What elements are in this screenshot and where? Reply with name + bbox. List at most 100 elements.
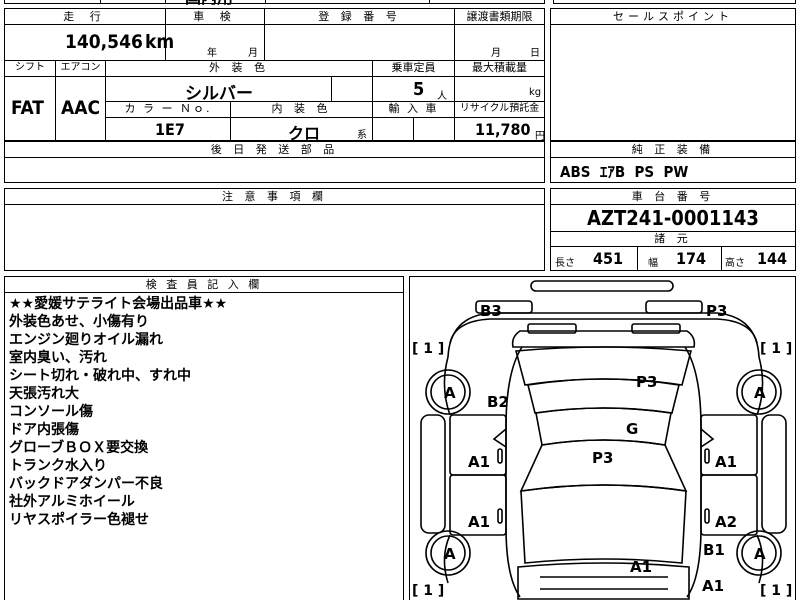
registration-label: 登 録 番 号	[318, 10, 401, 23]
mark-g: G	[626, 420, 639, 438]
top-divider-4	[429, 0, 430, 4]
caution-sep	[5, 204, 544, 205]
capacity-value: 5	[413, 79, 425, 100]
recycle-label: リサイクル預託金	[459, 103, 540, 114]
sales-point-label: セールスポイント	[613, 10, 733, 23]
delivery-parts-box: 後 日 発 送 部 品	[4, 141, 545, 183]
row-sep-6	[105, 117, 544, 118]
mark-b2: B2	[487, 393, 509, 411]
width-value: 174	[676, 249, 707, 268]
mark-p3-roof: P3	[636, 373, 658, 391]
note-line: 外装色あせ、小傷有り	[9, 314, 149, 330]
mark-b3: B3	[480, 302, 502, 320]
interior-label: 内 装 色	[271, 102, 332, 115]
mark-p3-top-right: P3	[706, 302, 728, 320]
height-label: 高さ	[725, 258, 745, 269]
note-line: エンジン廻りオイル漏れ	[9, 332, 163, 348]
tire-front-right-grade: A	[754, 545, 766, 563]
inspection-label: 車 検	[193, 10, 237, 23]
row-sep-3	[105, 76, 544, 77]
bracket-top-left: [ 1 ]	[412, 341, 445, 357]
exterior-value: シルバー	[185, 84, 253, 104]
mark-a1-bumper: A1	[630, 558, 653, 576]
mark-a1-right-front-door: A1	[715, 453, 738, 471]
inspector-box: 検 査 員 記 入 欄 ★★愛媛サテライト会場出品車★★ 外装色あせ、小傷有り …	[4, 276, 404, 600]
capacity-label: 乗車定員	[391, 61, 436, 74]
sales-point-box: セールスポイント	[550, 8, 796, 141]
aircon-label: エアコン	[60, 62, 101, 73]
bracket-top-right: [ 1 ]	[760, 341, 793, 357]
bracket-bottom-right: [ 1 ]	[760, 583, 793, 599]
mark-a2-right-rear-door: A2	[715, 513, 738, 531]
delivery-parts-label: 後 日 発 送 部 品	[210, 143, 339, 156]
row-sep-1	[5, 24, 544, 25]
mark-a1-left-rear-door: A1	[468, 513, 491, 531]
caution-label: 注 意 事 項 欄	[222, 190, 327, 203]
delivery-sep	[5, 157, 544, 158]
tire-rear-left-grade: A	[444, 384, 456, 402]
width-label: 幅	[648, 258, 658, 269]
mark-a1-left-front-door: A1	[468, 453, 491, 471]
tire-rear-right-grade: A	[754, 384, 766, 402]
top-partial-row: 国内用	[4, 0, 545, 7]
dims-v2	[721, 246, 722, 270]
exterior-label: 外 装 色	[209, 61, 269, 74]
chassis-sep-1	[551, 204, 795, 205]
bracket-bottom-left: [ 1 ]	[412, 583, 445, 599]
note-line: 室内臭い、汚れ	[9, 350, 107, 366]
chassis-value: AZT241-0001143	[587, 206, 759, 230]
equipment-value: ABS ｴｱB PS PW	[560, 163, 689, 181]
mileage-label: 走 行	[63, 10, 107, 23]
inspector-label: 検 査 員 記 入 欄	[145, 278, 263, 291]
header-partial-text: 国内用	[185, 0, 233, 8]
note-line: グローブＢＯＸ要交換	[9, 440, 149, 456]
capacity-unit: 人	[437, 91, 447, 102]
equipment-box: 純 正 装 備 ABS ｴｱB PS PW	[550, 141, 796, 183]
height-value: 144	[757, 249, 788, 268]
note-line: バックドアダンパー不良	[9, 476, 163, 492]
length-label: 長さ	[555, 258, 575, 269]
tire-front-left-grade: A	[444, 545, 456, 563]
info-table: 走 行 車 検 登 録 番 号 譲渡書類期限 140,546 km 年 月 月 …	[4, 8, 545, 143]
mark-p3-hood: P3	[592, 449, 614, 467]
dims-v1	[637, 246, 638, 270]
interior-suffix: 系	[357, 130, 367, 141]
note-line: トランク水入り	[9, 458, 107, 474]
note-line: コンソール傷	[9, 404, 93, 420]
color-no-value: 1E7	[155, 120, 185, 139]
caution-box: 注 意 事 項 欄	[4, 188, 545, 271]
mark-a1-bottom-right: A1	[702, 577, 725, 595]
chassis-sep-3	[551, 246, 795, 247]
sales-sep	[551, 24, 795, 25]
import-label: 輸 入 車	[388, 102, 439, 115]
mileage-unit: km	[145, 31, 175, 53]
note-line: 社外アルミホイール	[9, 494, 135, 510]
length-value: 451	[593, 249, 624, 268]
note-line: シート切れ・破れ中、すれ中	[9, 368, 191, 384]
car-map-box: A A A A [ 1 ] [ 1 ] [ 1 ] [ 1 ] B3 P3 B2…	[409, 276, 796, 600]
inspector-notes: ★★愛媛サテライト会場出品車★★ 外装色あせ、小傷有り エンジン廻りオイル漏れ …	[9, 295, 227, 529]
shift-value: FAT	[11, 97, 44, 119]
transfer-month-unit: 月	[491, 48, 501, 59]
mileage-value: 140,546	[65, 31, 143, 53]
color-no-label: カ ラ ー Ｎｏ.	[124, 102, 212, 115]
v-r2-color	[331, 76, 332, 101]
v-r3-import	[413, 117, 414, 141]
recycle-value: 11,780	[475, 120, 531, 139]
shift-label: シフト	[15, 62, 45, 73]
note-line: リヤスポイラー色褪せ	[9, 512, 149, 528]
top-divider-1	[100, 0, 101, 4]
transfer-day-unit: 日	[530, 48, 540, 59]
top-divider-2	[165, 0, 166, 4]
note-line: ★★愛媛サテライト会場出品車★★	[9, 296, 228, 312]
inspection-month-unit: 月	[248, 48, 258, 59]
recycle-unit: 円	[535, 131, 545, 142]
dimensions-label: 諸 元	[654, 232, 692, 245]
equipment-label: 純 正 装 備	[631, 143, 715, 156]
inspector-sep	[5, 292, 403, 293]
chassis-box: 車 台 番 号 AZT241-0001143 諸 元 長さ 451 幅 174 …	[550, 188, 796, 271]
max-load-unit: kg	[529, 87, 542, 98]
equipment-sep	[551, 157, 795, 158]
mark-b1-right: B1	[703, 541, 725, 559]
inspection-year-unit: 年	[207, 48, 217, 59]
